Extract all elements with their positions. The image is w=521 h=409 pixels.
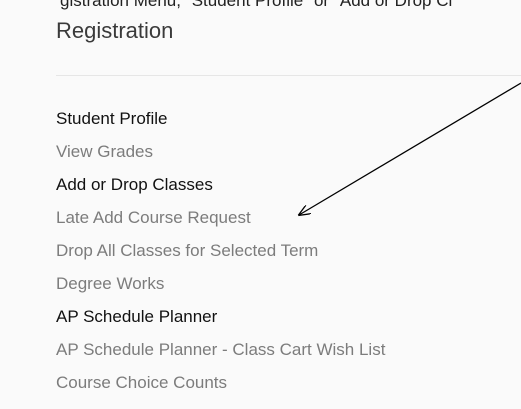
- menu-item-ap-class-cart-wish-list[interactable]: AP Schedule Planner - Class Cart Wish Li…: [56, 339, 385, 372]
- menu-item-drop-all-classes[interactable]: Drop All Classes for Selected Term: [56, 240, 385, 273]
- divider: [56, 75, 521, 76]
- menu-item-student-profile[interactable]: Student Profile: [56, 108, 385, 141]
- menu-item-late-add-course-request[interactable]: Late Add Course Request: [56, 207, 385, 240]
- menu-item-degree-works[interactable]: Degree Works: [56, 273, 385, 306]
- menu-item-course-choice-counts[interactable]: Course Choice Counts: [56, 372, 385, 405]
- cutoff-instruction-text: gistration Menu, "Student Profile" or "A…: [60, 0, 453, 10]
- menu-item-ap-schedule-planner[interactable]: AP Schedule Planner: [56, 306, 385, 339]
- menu-item-view-grades[interactable]: View Grades: [56, 141, 385, 174]
- menu-item-add-or-drop-classes[interactable]: Add or Drop Classes: [56, 174, 385, 207]
- page-title: Registration: [56, 18, 174, 43]
- registration-menu: Student Profile View Grades Add or Drop …: [56, 108, 385, 405]
